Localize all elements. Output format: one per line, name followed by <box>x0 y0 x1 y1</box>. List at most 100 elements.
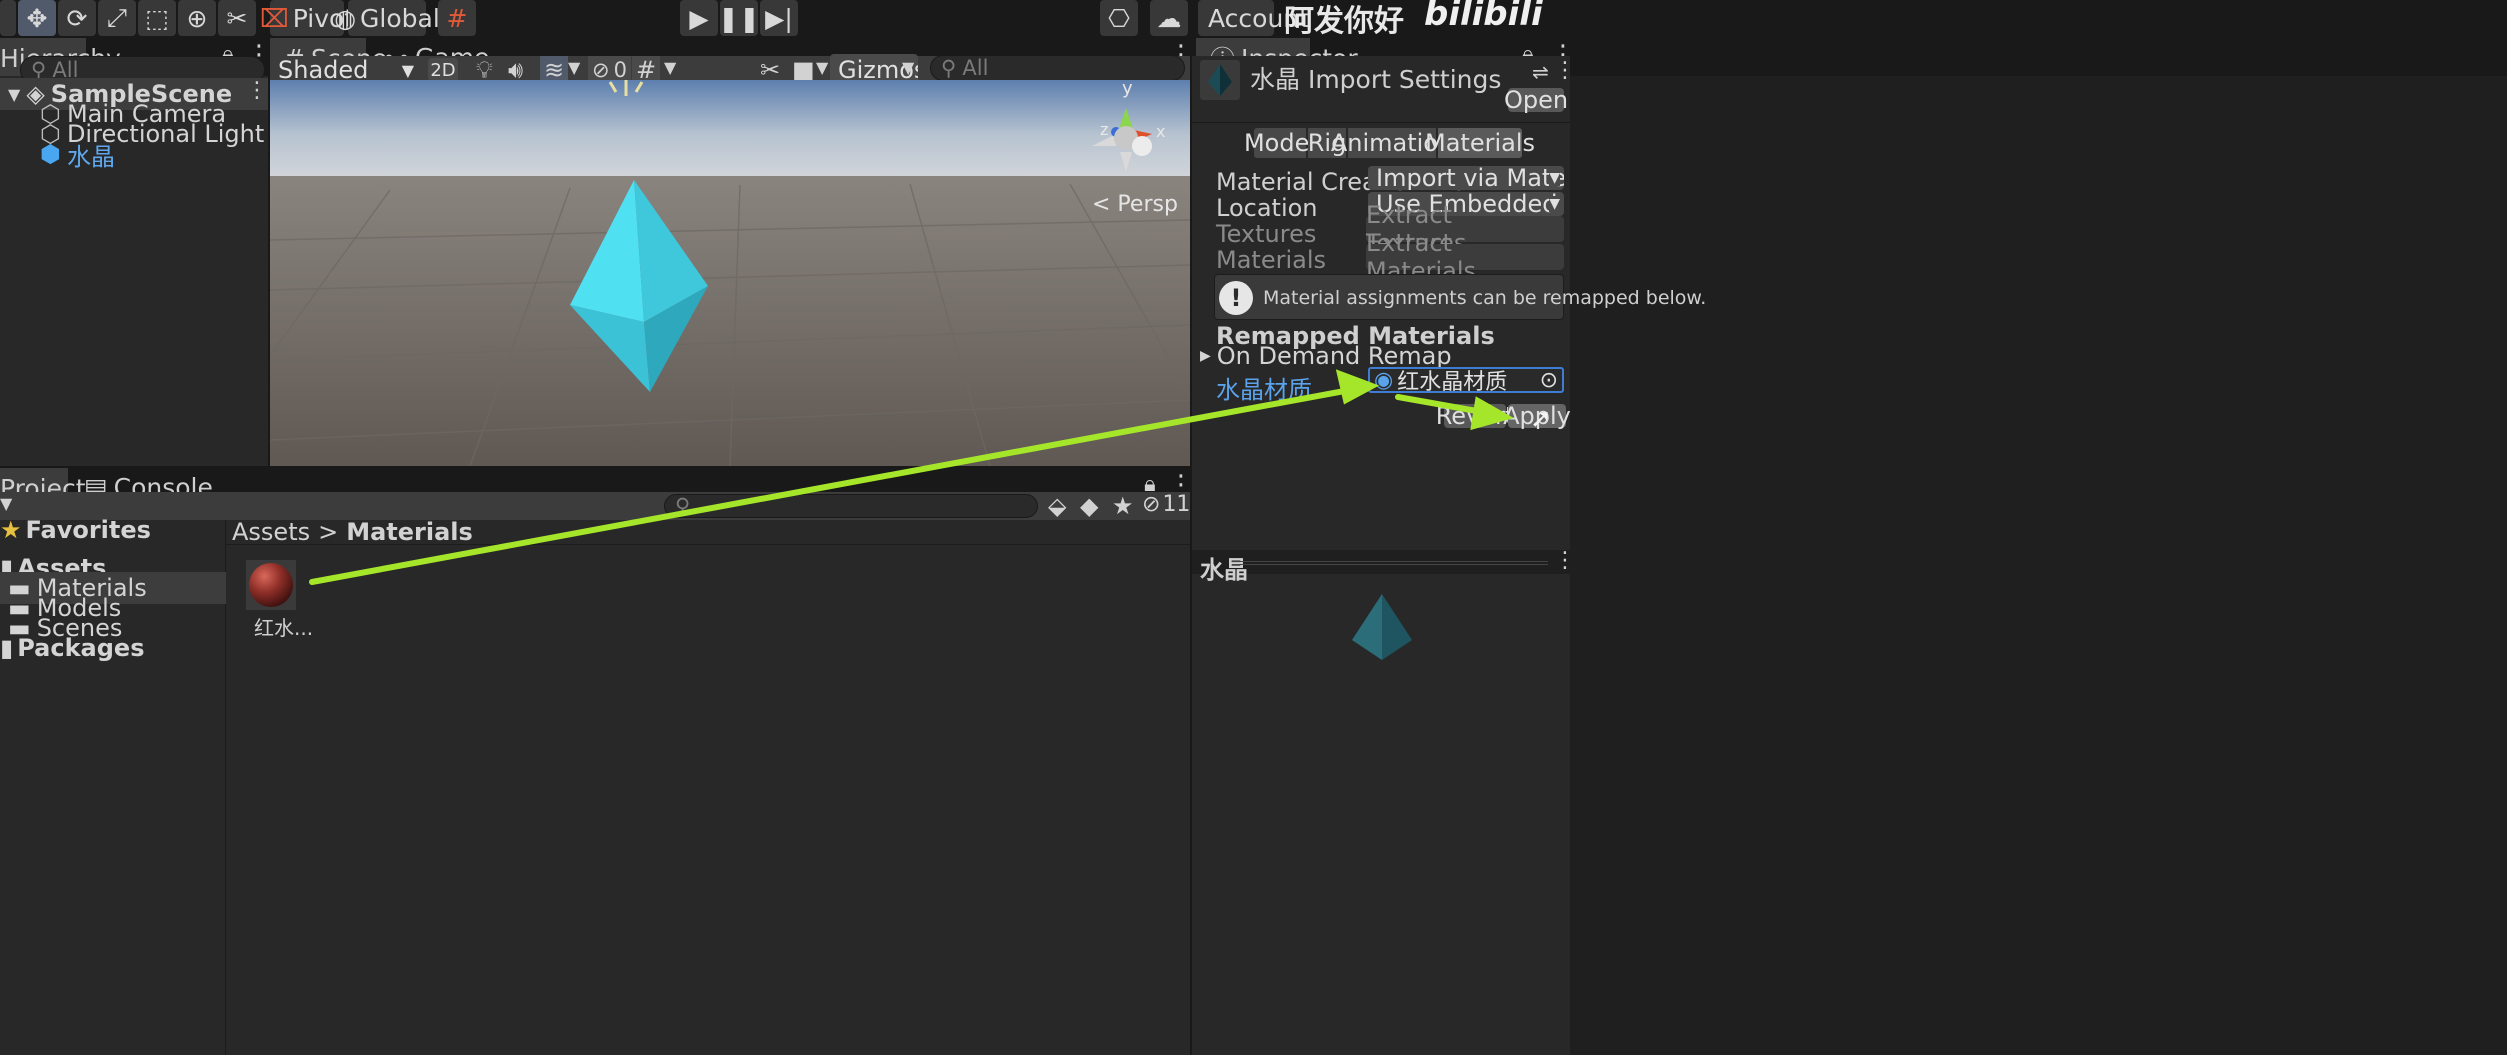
grid-dropdown-icon[interactable]: ▼ <box>664 58 676 77</box>
move-tool-button[interactable]: ✥ <box>18 0 56 36</box>
textures-label: Textures <box>1216 220 1317 248</box>
search-icon: ⚲ <box>675 494 691 518</box>
play-button[interactable]: ▶ <box>680 0 718 36</box>
2d-toggle[interactable]: 2D <box>428 58 458 82</box>
scale-tool-button[interactable]: ⤢ <box>98 0 136 36</box>
pivot-toggle[interactable]: ⌧ Pivot <box>260 0 354 36</box>
revert-button[interactable]: Revert <box>1436 402 1515 430</box>
cloud-icon: ☁ <box>1156 3 1182 33</box>
project-tree: ★ Favorites ▮ Assets ▬ Materials ▬ Model… <box>0 516 226 1055</box>
prefab-cube-icon: ⬢ <box>40 140 61 168</box>
foldout-arrow-icon: ▶ <box>1200 348 1211 364</box>
open-button[interactable]: Open <box>1504 86 1568 114</box>
scene-viewport[interactable]: y x z < Persp <box>270 80 1190 466</box>
packages-item[interactable]: ▮ Packages <box>0 632 144 664</box>
material-asset-red-crystal[interactable] <box>246 560 296 610</box>
asset-thumbnail <box>1200 60 1240 100</box>
global-label: Global <box>360 3 440 33</box>
inspector-title: 水晶 Import Settings <box>1250 65 1502 94</box>
tab-model-label: Model <box>1243 129 1317 157</box>
preview-title: 水晶 <box>1200 556 1248 584</box>
mouse-cursor-icon: ➚ <box>1530 404 1552 434</box>
step-icon: ▶| <box>765 3 793 33</box>
scene-search-placeholder: All <box>962 56 989 80</box>
extract-materials-button[interactable]: Extract Materials... <box>1366 229 1564 285</box>
camera-dropdown-icon[interactable]: ▼ <box>816 58 828 77</box>
favorites-item[interactable]: ★ Favorites <box>0 514 151 546</box>
move-icon: ✥ <box>26 3 48 33</box>
tab-model[interactable]: Model <box>1244 128 1316 158</box>
dropdown-arrow-icon: ▼ <box>1549 170 1560 186</box>
project-search-input[interactable]: ⚲ <box>664 494 1038 518</box>
tab-materials[interactable]: Materials <box>1425 128 1535 158</box>
collab-icon: ⎔ <box>1108 3 1130 33</box>
transform-tool-button[interactable]: ⊕ <box>178 0 216 36</box>
dropdown-arrow-icon: ▼ <box>401 60 414 80</box>
scene-search-input[interactable]: ⚲ All <box>930 55 1185 81</box>
perspective-label[interactable]: < Persp <box>1092 192 1178 217</box>
play-icon: ▶ <box>689 3 709 33</box>
watermark-text: 阿发你好 <box>1284 4 1404 39</box>
grid-snap-icon: # <box>446 3 468 33</box>
remap-key-label: 水晶材质 <box>1216 376 1312 404</box>
hierarchy-panel: Hierarchy 🔒︎ ⋮ ⚲ All ▼ ◈ SampleScene ⋮ ⬡… <box>0 38 272 466</box>
inspector-panel: ⓘ Inspector 🔒︎ ⋮ 水晶 Import Settings ⇌ ⋮ … <box>1192 38 2507 1055</box>
step-button[interactable]: ▶| <box>760 0 798 36</box>
material-asset-label: 红水... <box>254 616 314 640</box>
open-label: Open <box>1503 86 1569 114</box>
hidden-packages-toggle[interactable]: ⊘ 11 <box>1142 492 1190 517</box>
rect-icon: ⬚ <box>145 3 169 33</box>
preview-crystal <box>1352 594 1412 660</box>
breadcrumb-assets[interactable]: Assets <box>232 518 310 546</box>
hand-tool-button[interactable] <box>0 0 16 36</box>
pause-button[interactable]: ❚❚ <box>718 0 760 36</box>
scene-render <box>270 80 1190 466</box>
search-by-label-icon[interactable]: ◆ <box>1080 492 1098 520</box>
folder-icon: ▮ <box>0 634 14 662</box>
collab-button[interactable]: ⎔ <box>1100 0 1138 36</box>
project-toolbar: ▼ ⚲ ⬙ ◆ ★ ⊘ 11 <box>0 492 1190 520</box>
material-creation-value: Import via MaterialDescri <box>1376 166 1564 190</box>
gizmo-axis-y-label: y <box>1122 80 1133 99</box>
cloud-button[interactable]: ☁ <box>1150 0 1188 36</box>
search-by-type-icon[interactable]: ⬙ <box>1048 492 1066 520</box>
object-picker-icon[interactable]: ⊙ <box>1540 368 1558 393</box>
favorites-star-icon[interactable]: ★ <box>1112 492 1134 520</box>
preview-kebab-icon[interactable]: ⋮ <box>1554 548 1576 573</box>
breadcrumb-separator: > <box>318 518 339 546</box>
preset-icon[interactable]: ⇌ <box>1532 60 1549 84</box>
scale-icon: ⤢ <box>106 3 127 32</box>
effects-dropdown-icon[interactable]: ▼ <box>568 58 580 77</box>
header-kebab-icon[interactable]: ⋮ <box>1554 58 1576 83</box>
snap-grid-button[interactable]: # <box>438 0 476 36</box>
hierarchy-item-crystal[interactable]: ⬢ 水晶 <box>40 138 115 171</box>
inspector-content: 水晶 Import Settings ⇌ ⋮ Open Model Rig An… <box>1192 56 1706 556</box>
remap-material-field[interactable]: ◉ 红水晶材质 ⊙ <box>1368 367 1564 395</box>
info-text: Material assignments can be remapped bel… <box>1263 287 1707 309</box>
main-toolbar: ✥ ⟳ ⤢ ⬚ ⊕ ✂ ⌧ Pivot ◍ Global # ▶ ❚❚ ▶| ⎔… <box>0 0 2507 39</box>
gizmo-axis-z-label: z <box>1100 120 1109 139</box>
account-dropdown[interactable]: Account <box>1198 0 1309 36</box>
tab-animation[interactable]: Animation <box>1331 128 1453 158</box>
material-sphere-icon: ◉ <box>1374 367 1394 393</box>
gizmos-dropdown-arrow-icon[interactable]: ▼ <box>902 58 914 77</box>
custom-tool-button[interactable]: ✂ <box>218 0 256 36</box>
hidden-packages-count: 11 <box>1162 492 1191 517</box>
pivot-icon: ⌧ <box>259 3 289 33</box>
transform-icon: ⊕ <box>186 3 208 33</box>
eye-slash-icon: ⊘ <box>1142 492 1161 517</box>
preview-header: 水晶 ⋮ <box>1192 548 1576 584</box>
scene-kebab-icon[interactable]: ⋮ <box>246 78 268 103</box>
bilibili-watermark-logo: bilibili <box>1424 0 1543 34</box>
gizmo-axis-x-label: x <box>1156 122 1166 141</box>
rotate-tool-button[interactable]: ⟳ <box>58 0 96 36</box>
breadcrumb-materials[interactable]: Materials <box>346 518 473 546</box>
global-toggle[interactable]: ◍ Global <box>334 0 440 36</box>
create-dropdown-icon[interactable]: ▼ <box>0 494 12 513</box>
favorites-label: Favorites <box>25 516 151 544</box>
drag-handle[interactable] <box>1232 561 1548 565</box>
scene-panel: # Scene ⊶ Game ⋮ Shaded ▼ 2D 💡︎ 🔊︎ ≋ ▼ ⊘… <box>270 38 1194 466</box>
breadcrumb: Assets > Materials <box>232 518 473 546</box>
material-creation-dropdown[interactable]: Import via MaterialDescri ▼ <box>1368 166 1564 190</box>
rect-tool-button[interactable]: ⬚ <box>138 0 176 36</box>
